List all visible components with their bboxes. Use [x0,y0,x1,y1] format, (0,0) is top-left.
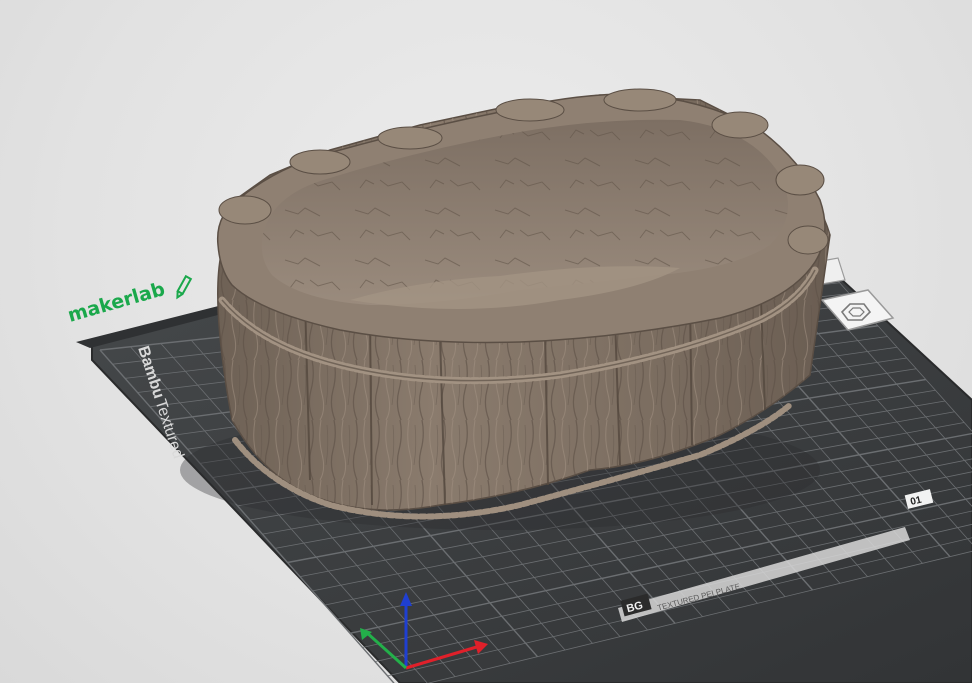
brand-label: makerlab [65,278,167,327]
scene-canvas[interactable]: BG TEXTURED PEI PLATE 01 Bambu Textured [0,0,972,683]
pencil-icon [176,274,193,300]
3d-viewport[interactable]: BG TEXTURED PEI PLATE 01 Bambu Textured [0,0,972,683]
3d-model-planter[interactable] [180,88,831,530]
